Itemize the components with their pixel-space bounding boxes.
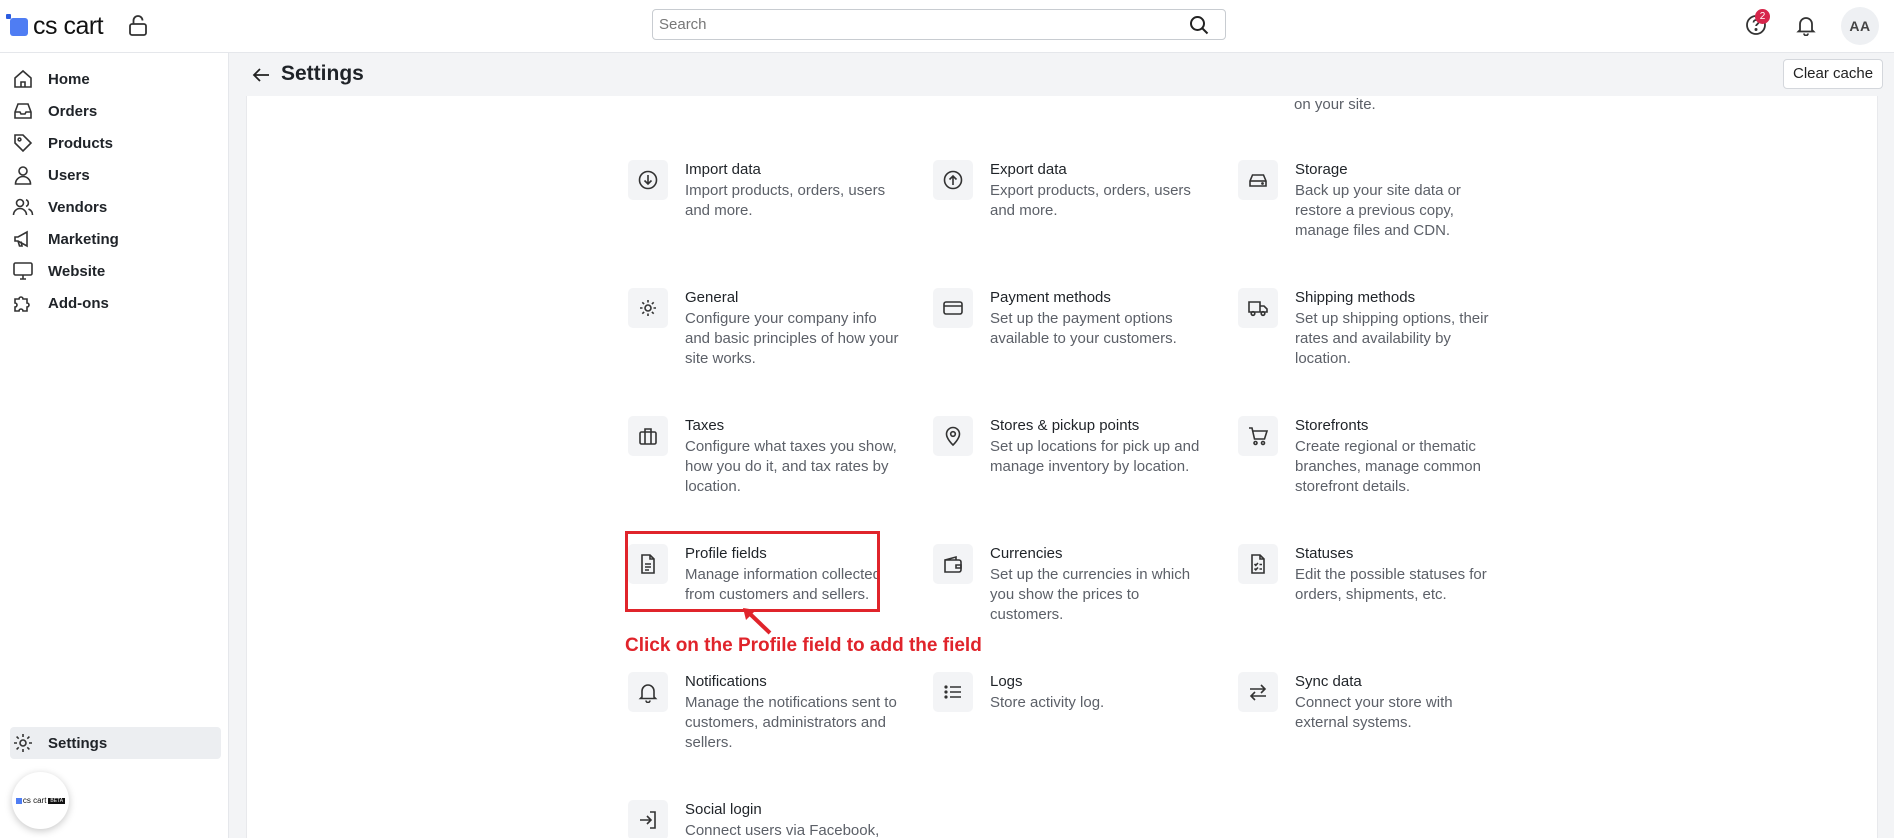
card-description: Back up your site data or restore a prev… [1295,182,1461,239]
map-pin-icon [933,416,973,456]
credit-card-icon [933,288,973,328]
page-title: Settings [281,62,364,85]
sidebar-item-label: Products [48,134,114,152]
sidebar-item-orders[interactable]: Orders [10,95,221,127]
card-description: Configure your company info and basic pr… [685,310,899,367]
search-input[interactable] [653,10,1173,39]
card-description: Set up shipping options, their rates and… [1295,310,1489,367]
card-description-fragment: on your site. [1294,96,1376,113]
card-description: Import products, orders, users and more. [685,182,886,219]
wallet-icon [933,544,973,584]
profile-fields-highlight-box [625,531,880,612]
logo-icon [6,13,28,36]
sidebar-item-products[interactable]: Products [10,127,221,159]
users-icon [12,198,34,216]
sidebar-item-home[interactable]: Home [10,63,221,95]
card-description: Set up the payment options available to … [990,310,1177,347]
monitor-icon [13,262,33,280]
sidebar: Home Orders Products Users Vendors Marke… [0,53,229,838]
card-title: Storefronts [1295,417,1369,434]
card-title: Storage [1295,161,1348,178]
card-title: Logs [990,673,1023,690]
card-description: Configure what taxes you show, how you d… [685,438,897,495]
home-icon [14,69,32,88]
card-title: Payment methods [990,289,1111,306]
cs-cart-widget[interactable]: cs cart BETA [12,772,69,829]
notification-count-badge: 2 [1755,9,1770,24]
annotation-text: Click on the Profile field to add the fi… [625,635,982,656]
sidebar-item-marketing[interactable]: Marketing [10,223,221,255]
sidebar-item-users[interactable]: Users [10,159,221,191]
card-title: Notifications [685,673,767,690]
card-title: Currencies [990,545,1063,562]
card-description: Create regional or thematic branches, ma… [1295,438,1481,495]
card-title: Stores & pickup points [990,417,1140,434]
sync-arrows-icon [1238,672,1278,712]
card-description: Manage the notifications sent to custome… [685,694,897,751]
export-icon [933,160,973,200]
logo[interactable]: cs cart [6,12,104,41]
truck-icon [1238,288,1278,328]
card-title: Export data [990,161,1067,178]
user-icon [14,166,32,185]
card-description: Set up the currencies in which you show … [990,566,1191,623]
card-title: Statuses [1295,545,1354,562]
import-icon [628,160,668,200]
sidebar-item-add-ons[interactable]: Add-ons [10,287,221,319]
card-title: Shipping methods [1295,289,1416,306]
checklist-document-icon [1238,544,1278,584]
sidebar-item-label: Marketing [48,230,119,248]
gear-icon [628,288,668,328]
card-description: Connect users via Facebook, [685,822,880,838]
page-header: Settings Clear cache [230,53,1894,97]
sidebar-item-label: Orders [48,102,98,120]
unlock-icon[interactable] [128,14,148,36]
bell-icon [628,672,668,712]
card-description: Set up locations for pick up and manage … [990,438,1200,475]
card-title: Taxes [685,417,725,434]
back-arrow-icon[interactable] [250,64,272,86]
avatar[interactable]: AA [1841,7,1879,45]
sidebar-item-label: Settings [48,734,108,752]
sidebar-item-label: Website [48,262,106,280]
card-description: Store activity log. [990,694,1105,711]
card-title: Social login [685,801,762,818]
sidebar-item-settings[interactable]: Settings [10,727,221,759]
card-title: General [685,289,739,306]
bell-icon[interactable] [1795,14,1817,37]
hard-drive-icon [1238,160,1278,200]
search-bar [652,9,1226,40]
sidebar-item-label: Users [48,166,90,184]
top-bar: cs cart 2 AA [0,0,1894,53]
search-icon[interactable] [1189,15,1209,35]
card-description: Connect your store with external systems… [1295,694,1453,731]
sidebar-item-vendors[interactable]: Vendors [10,191,221,223]
sidebar-item-website[interactable]: Website [10,255,221,287]
inbox-icon [14,103,32,119]
login-icon [628,800,668,838]
logo-text: cs cart [33,12,104,40]
puzzle-icon [14,296,30,312]
sidebar-item-label: Add-ons [48,294,109,312]
card-title: Sync data [1295,673,1362,690]
sidebar-item-label: Home [48,70,90,88]
gear-icon [14,734,32,752]
sidebar-item-label: Vendors [48,198,108,216]
card-title: Import data [685,161,761,178]
annotation-arrow-icon [743,608,772,635]
shopping-cart-icon [1238,416,1278,456]
clear-cache-button[interactable]: Clear cache [1783,59,1884,89]
list-icon [933,672,973,712]
briefcase-icon [628,416,668,456]
cs-cart-widget-logo: cs cart BETA [15,796,66,805]
card-description: Export products, orders, users and more. [990,182,1191,219]
settings-content: on your site. Import data Import product… [246,96,1878,838]
tag-icon [14,134,33,153]
megaphone-icon [14,230,28,248]
card-description: Edit the possible statuses for orders, s… [1295,566,1487,603]
